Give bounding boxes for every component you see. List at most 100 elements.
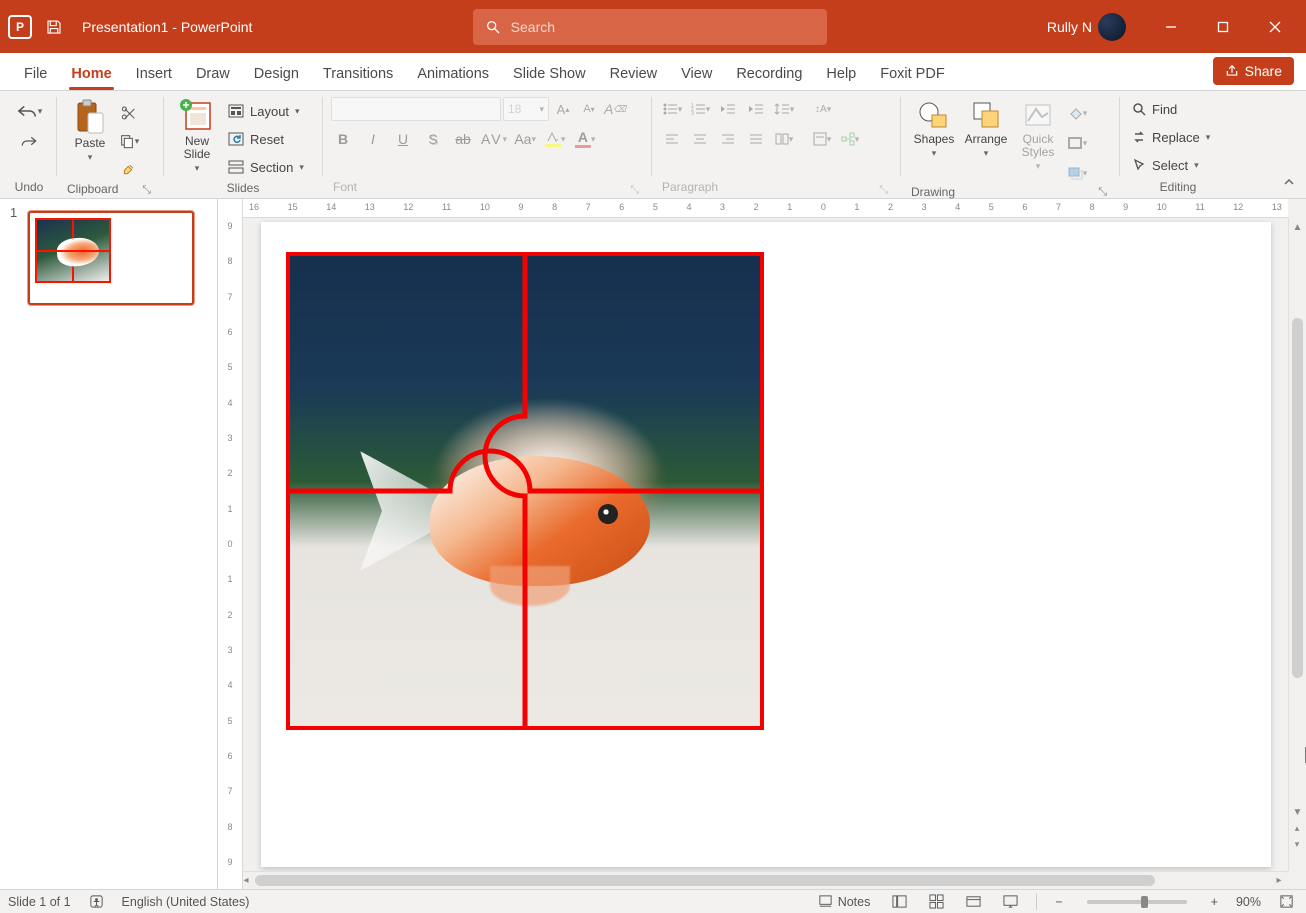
align-text-button[interactable]: ▾ (810, 127, 834, 151)
reading-view-button[interactable] (962, 890, 985, 913)
highlight-color-button[interactable]: ▾ (543, 127, 567, 151)
select-button[interactable]: Select ▾ (1128, 153, 1203, 177)
tab-foxit[interactable]: Foxit PDF (870, 66, 954, 90)
clear-formatting-button[interactable]: A⌫ (603, 97, 627, 121)
tab-view[interactable]: View (671, 66, 722, 90)
bullets-button[interactable]: ▾ (660, 97, 684, 121)
zoom-slider[interactable] (1087, 900, 1187, 904)
zoom-out-button[interactable]: − (1051, 890, 1066, 913)
tab-home[interactable]: Home (61, 66, 121, 90)
search-input[interactable]: Search (473, 9, 827, 45)
redo-button[interactable] (17, 129, 41, 153)
layout-button[interactable]: Layout ▾ (224, 99, 308, 123)
minimize-button[interactable] (1148, 11, 1194, 43)
new-slide-button[interactable]: New Slide▾ (172, 97, 222, 176)
justify-button[interactable] (744, 127, 768, 151)
decrease-font-button[interactable]: A▾ (577, 97, 601, 121)
fit-to-window-button[interactable] (1275, 890, 1298, 913)
text-direction-button[interactable]: ↕A▾ (810, 97, 834, 121)
bold-button[interactable]: B (331, 127, 355, 151)
section-button[interactable]: Section ▾ (224, 155, 308, 179)
normal-view-button[interactable] (888, 890, 911, 913)
shape-outline-button[interactable]: ▾ (1065, 131, 1089, 155)
font-launcher[interactable]: ⤡ (628, 184, 641, 197)
font-size-input[interactable]: 18▾ (503, 97, 549, 121)
zoom-percentage[interactable]: 90% (1236, 895, 1261, 909)
align-right-button[interactable] (716, 127, 740, 151)
shape-effects-button[interactable]: ▾ (1065, 161, 1089, 185)
change-case-button[interactable]: Aa▾ (513, 127, 537, 151)
notes-button[interactable]: Notes (814, 890, 875, 913)
user-avatar[interactable] (1098, 13, 1126, 41)
cut-button[interactable] (117, 101, 141, 125)
increase-indent-button[interactable] (744, 97, 768, 121)
replace-button[interactable]: Replace ▾ (1128, 125, 1214, 149)
slide-sorter-view-button[interactable] (925, 890, 948, 913)
tab-file[interactable]: File (14, 66, 57, 90)
font-color-button[interactable]: A▾ (573, 127, 597, 151)
italic-button[interactable]: I (361, 127, 385, 151)
tab-draw[interactable]: Draw (186, 66, 240, 90)
shapes-button[interactable]: Shapes▾ (909, 97, 959, 161)
reset-button[interactable]: Reset (224, 127, 308, 151)
numbering-button[interactable]: 123▾ (688, 97, 712, 121)
underline-button[interactable]: U (391, 127, 415, 151)
font-family-input[interactable] (331, 97, 501, 121)
slide-thumbnail-pane[interactable]: 1 (0, 199, 218, 889)
next-slide-button[interactable]: ▾ (1290, 837, 1304, 851)
align-left-button[interactable] (660, 127, 684, 151)
drawing-launcher[interactable]: ⤡ (1096, 186, 1109, 199)
tab-review[interactable]: Review (600, 66, 668, 90)
char-spacing-button[interactable]: AV▾ (481, 127, 507, 151)
slide-counter[interactable]: Slide 1 of 1 (8, 895, 71, 909)
vertical-scroll-thumb[interactable] (1292, 318, 1303, 678)
collapse-ribbon-button[interactable] (1282, 175, 1296, 192)
save-button[interactable] (42, 15, 66, 39)
prev-slide-button[interactable]: ▴ (1290, 821, 1304, 835)
arrange-button[interactable]: Arrange▾ (961, 97, 1011, 161)
tab-recording[interactable]: Recording (726, 66, 812, 90)
language-status[interactable]: English (United States) (122, 895, 250, 909)
clipboard-launcher[interactable]: ⤡ (140, 184, 153, 197)
paste-button[interactable]: Paste▾ (65, 97, 115, 165)
increase-font-button[interactable]: A▴ (551, 97, 575, 121)
align-center-button[interactable] (688, 127, 712, 151)
scroll-down-button[interactable]: ▼ (1289, 803, 1306, 821)
accessibility-button[interactable] (85, 890, 108, 913)
shadow-button[interactable]: S (421, 127, 445, 151)
undo-button[interactable]: ▾ (16, 99, 43, 123)
slide-canvas[interactable] (261, 222, 1271, 867)
slide-thumbnail-1[interactable] (28, 211, 194, 305)
tab-insert[interactable]: Insert (126, 66, 182, 90)
copy-button[interactable]: ▾ (117, 129, 141, 153)
quick-styles-button[interactable]: Quick Styles▾ (1013, 97, 1063, 174)
zoom-in-button[interactable]: + (1207, 890, 1222, 913)
line-spacing-button[interactable]: ▾ (772, 97, 796, 121)
format-painter-button[interactable] (117, 157, 141, 181)
tab-design[interactable]: Design (244, 66, 309, 90)
share-button[interactable]: Share (1213, 57, 1294, 85)
tab-animations[interactable]: Animations (407, 66, 499, 90)
puzzle-image-shape[interactable] (286, 252, 764, 730)
zoom-slider-knob[interactable] (1141, 896, 1148, 908)
smartart-button[interactable]: ▾ (838, 127, 862, 151)
slideshow-view-button[interactable] (999, 890, 1022, 913)
tab-transitions[interactable]: Transitions (313, 66, 403, 90)
maximize-button[interactable] (1200, 11, 1246, 43)
user-name[interactable]: Rully N (1047, 19, 1092, 35)
find-button[interactable]: Find (1128, 97, 1181, 121)
tab-help[interactable]: Help (816, 66, 866, 90)
scroll-left-button[interactable]: ◂ (237, 872, 255, 889)
decrease-indent-button[interactable] (716, 97, 740, 121)
scroll-up-button[interactable]: ▲ (1289, 218, 1306, 236)
horizontal-scroll-thumb[interactable] (255, 875, 1155, 886)
shape-fill-button[interactable]: ▾ (1065, 101, 1089, 125)
horizontal-scrollbar[interactable]: ◂ ▸ (243, 871, 1288, 889)
close-button[interactable] (1252, 11, 1298, 43)
strikethrough-button[interactable]: ab (451, 127, 475, 151)
paragraph-launcher[interactable]: ⤡ (877, 184, 890, 197)
scroll-right-button[interactable]: ▸ (1270, 872, 1288, 889)
slide-editor[interactable]: 9876543210123456789 16151413121110987654… (218, 199, 1306, 889)
tab-slideshow[interactable]: Slide Show (503, 66, 596, 90)
vertical-scrollbar[interactable]: ▲ ▼ ▴ ▾ (1288, 218, 1306, 871)
